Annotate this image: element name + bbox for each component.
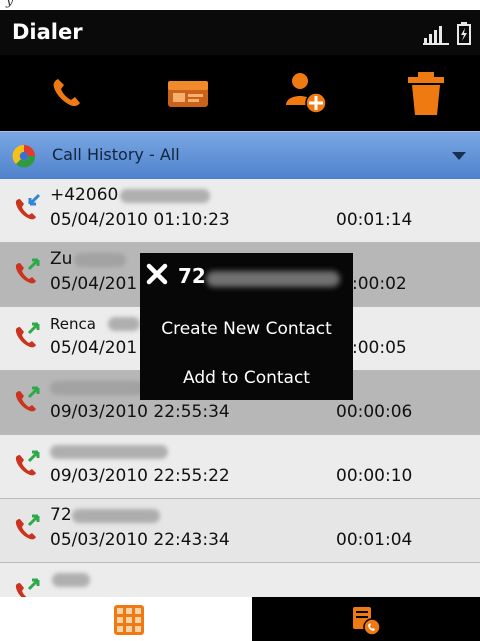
filter-app-icon [12, 144, 36, 168]
contacts-card-button[interactable] [164, 69, 212, 117]
call-date: 05/04/201 [50, 274, 138, 294]
title-bar: Dialer [0, 10, 480, 55]
outgoing-call-icon [15, 386, 40, 412]
call-date: 05/04/2010 01:10:23 [50, 210, 230, 230]
call-history-filter-dropdown[interactable]: Call History - All [0, 131, 480, 179]
keypad-tab[interactable] [0, 597, 252, 641]
outgoing-call-icon [15, 450, 40, 476]
call-options-popup: 72 Create New Contact Add to Contact [140, 253, 353, 400]
call-log-icon [353, 607, 381, 636]
outgoing-call-icon [15, 322, 40, 348]
chevron-down-icon [452, 152, 466, 160]
call-duration: :00:05 [352, 338, 407, 358]
call-duration: 00:01:14 [336, 210, 413, 230]
add-to-contact-option[interactable]: Add to Contact [140, 368, 353, 388]
redacted-text [74, 253, 126, 267]
call-contact: 72 [50, 505, 72, 525]
delete-button[interactable] [402, 69, 450, 117]
toolbar [0, 55, 480, 131]
call-date: 05/03/2010 22:43:34 [50, 530, 230, 550]
call-contact: +42060 [50, 185, 119, 205]
call-button[interactable] [44, 69, 92, 117]
keypad-icon [114, 605, 144, 635]
call-date: 09/03/2010 22:55:34 [50, 402, 230, 422]
call-date: 05/04/201 [50, 338, 138, 358]
battery-charging-icon [456, 22, 472, 50]
filter-label: Call History - All [52, 145, 180, 164]
status-icons [422, 22, 472, 50]
call-contact: Renca [50, 315, 96, 333]
contacts-card-icon [168, 81, 208, 107]
redacted-text [50, 381, 146, 395]
call-row[interactable]: 09/03/2010 22:55:22 00:00:10 [0, 435, 480, 499]
trash-icon [408, 72, 444, 115]
call-row[interactable]: 72 05/03/2010 22:43:34 00:01:04 [0, 499, 480, 563]
outgoing-call-icon [15, 258, 40, 284]
add-contact-icon [286, 73, 327, 114]
create-new-contact-option[interactable]: Create New Contact [140, 319, 353, 339]
call-duration: 00:00:06 [336, 402, 413, 422]
call-icon [53, 79, 80, 107]
bottom-nav [0, 597, 480, 641]
call-log-tab[interactable] [252, 597, 480, 641]
popup-number: 72 [178, 264, 206, 288]
call-date: 09/03/2010 22:55:22 [50, 466, 230, 486]
redacted-text [50, 445, 168, 459]
redacted-text [206, 271, 340, 287]
call-contact: Zu [50, 249, 73, 269]
redacted-text [72, 509, 160, 523]
call-duration: 00:01:04 [336, 530, 413, 550]
outgoing-call-icon [15, 514, 40, 540]
close-icon[interactable] [146, 263, 168, 285]
redacted-text [108, 317, 140, 331]
call-row[interactable]: +42060 05/04/2010 01:10:23 00:01:14 [0, 179, 480, 243]
incoming-call-icon [15, 193, 41, 220]
call-duration: 00:00:10 [336, 466, 413, 486]
top-caption-fragment: y [0, 0, 480, 10]
outgoing-call-icon [15, 578, 40, 597]
app-title: Dialer [12, 20, 83, 44]
call-duration: :00:02 [352, 274, 407, 294]
redacted-text [52, 573, 90, 587]
redacted-text [120, 189, 210, 203]
add-contact-button[interactable] [282, 69, 330, 117]
signal-icon [422, 22, 450, 50]
call-row[interactable] [0, 563, 480, 597]
